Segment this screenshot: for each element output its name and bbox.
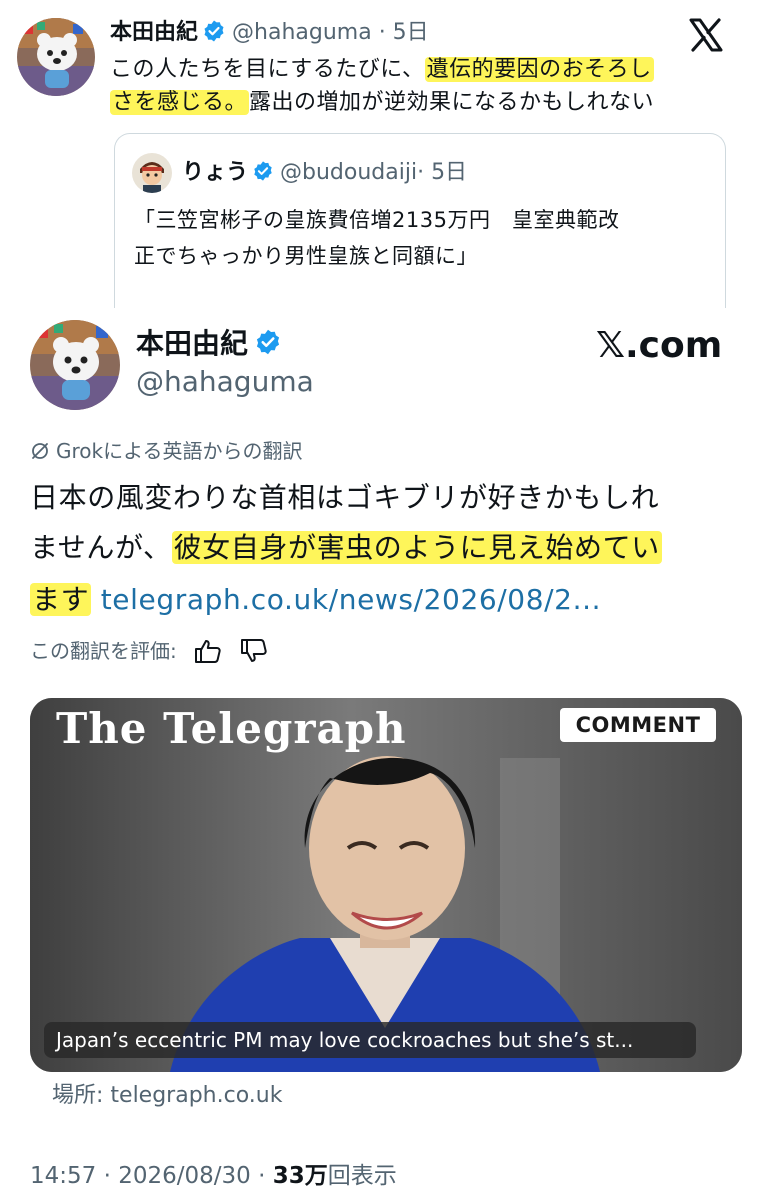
tweet-text-highlight: さを感じる。	[110, 90, 250, 115]
article-source[interactable]: 場所: telegraph.co.uk	[52, 1080, 282, 1112]
verified-badge-icon	[254, 161, 272, 181]
quoted-author-handle[interactable]: @budoudaiji	[280, 160, 417, 185]
quoted-author-name[interactable]: りょう	[182, 160, 248, 185]
telegraph-wordmark: The Telegraph	[56, 704, 407, 753]
views-count: 33万	[272, 1163, 328, 1189]
timestamp[interactable]: 14:57 · 2026/08/30 ·	[30, 1163, 273, 1189]
tweet-text-plain: この人たちを目にするたびに、	[110, 57, 425, 82]
bottom-card-avatar[interactable]	[30, 320, 120, 410]
tweet-text-line-2: さを感じる。露出の増加が逆効果になるかもしれない	[110, 87, 654, 119]
author-name[interactable]: 本田由紀	[110, 20, 198, 45]
verified-badge-icon	[204, 20, 224, 42]
translated-text-highlight: 彼女自身が害虫のように見え始めてい	[171, 531, 662, 564]
rate-translation-row: この翻訳を評価:	[30, 636, 269, 669]
quoted-text-line-2: 正でちゃっかり男性皇族と同額に」	[134, 244, 478, 268]
tweet-text-highlight: 遺伝的要因のおそろし	[424, 57, 654, 82]
bottom-card-name[interactable]: 本田由紀	[136, 326, 282, 362]
bottom-card-handle[interactable]: @hahaguma	[136, 364, 314, 400]
views-label: 回表示	[327, 1163, 397, 1189]
author-name[interactable]: 本田由紀	[136, 327, 248, 360]
translated-text-line-3: ます telegraph.co.uk/news/2026/08/2...	[30, 580, 601, 620]
thumbs-up-icon[interactable]	[193, 637, 223, 665]
x-logo-icon	[689, 18, 723, 52]
article-caption[interactable]: Japan’s eccentric PM may love cockroache…	[44, 1022, 696, 1058]
article-link[interactable]: telegraph.co.uk/news/2026/08/2...	[101, 583, 601, 616]
thumbs-down-icon[interactable]	[239, 637, 269, 665]
quoted-tweet-avatar[interactable]	[132, 153, 172, 193]
rate-translation-label: この翻訳を評価:	[30, 639, 177, 663]
translation-note: Grokによる英語からの翻訳	[30, 437, 303, 465]
x-com-logo: 𝕏.com	[596, 325, 723, 366]
comment-badge: COMMENT	[560, 708, 716, 742]
quoted-tweet-time[interactable]: · 5日	[417, 160, 467, 185]
translated-text-line-2: ませんが、彼女自身が害虫のように見え始めてい	[30, 528, 662, 568]
translated-text-line-1: 日本の風変わりな首相はゴキブリが好きかもしれ	[30, 481, 660, 514]
top-tweet-avatar[interactable]	[17, 18, 95, 96]
author-handle[interactable]: @hahaguma	[232, 20, 372, 45]
top-tweet: 本田由紀 @hahaguma · 5日 この人たちを目にするたびに、遺伝的要因のお…	[0, 0, 761, 308]
translated-text-plain: ませんが、	[30, 531, 172, 564]
quoted-tweet-header: りょう @budoudaiji· 5日	[182, 158, 467, 188]
tweet-time[interactable]: · 5日	[379, 20, 429, 45]
tweet-text-line-1: この人たちを目にするたびに、遺伝的要因のおそろし	[110, 54, 654, 86]
grok-icon	[32, 442, 48, 459]
top-tweet-header: 本田由紀 @hahaguma · 5日	[110, 18, 429, 48]
verified-badge-icon	[256, 329, 280, 355]
quoted-text-line-1: 「三笠宮彬子の皇族費倍増2135万円 皇室典範改	[134, 208, 620, 232]
translated-text-highlight: ます	[30, 583, 92, 616]
tweet-text-plain: 露出の増加が逆効果になるかもしれない	[249, 90, 655, 115]
tweet-meta: 14:57 · 2026/08/30 · 33万回表示	[30, 1160, 397, 1192]
translation-note-text: Grokによる英語からの翻訳	[56, 439, 303, 463]
